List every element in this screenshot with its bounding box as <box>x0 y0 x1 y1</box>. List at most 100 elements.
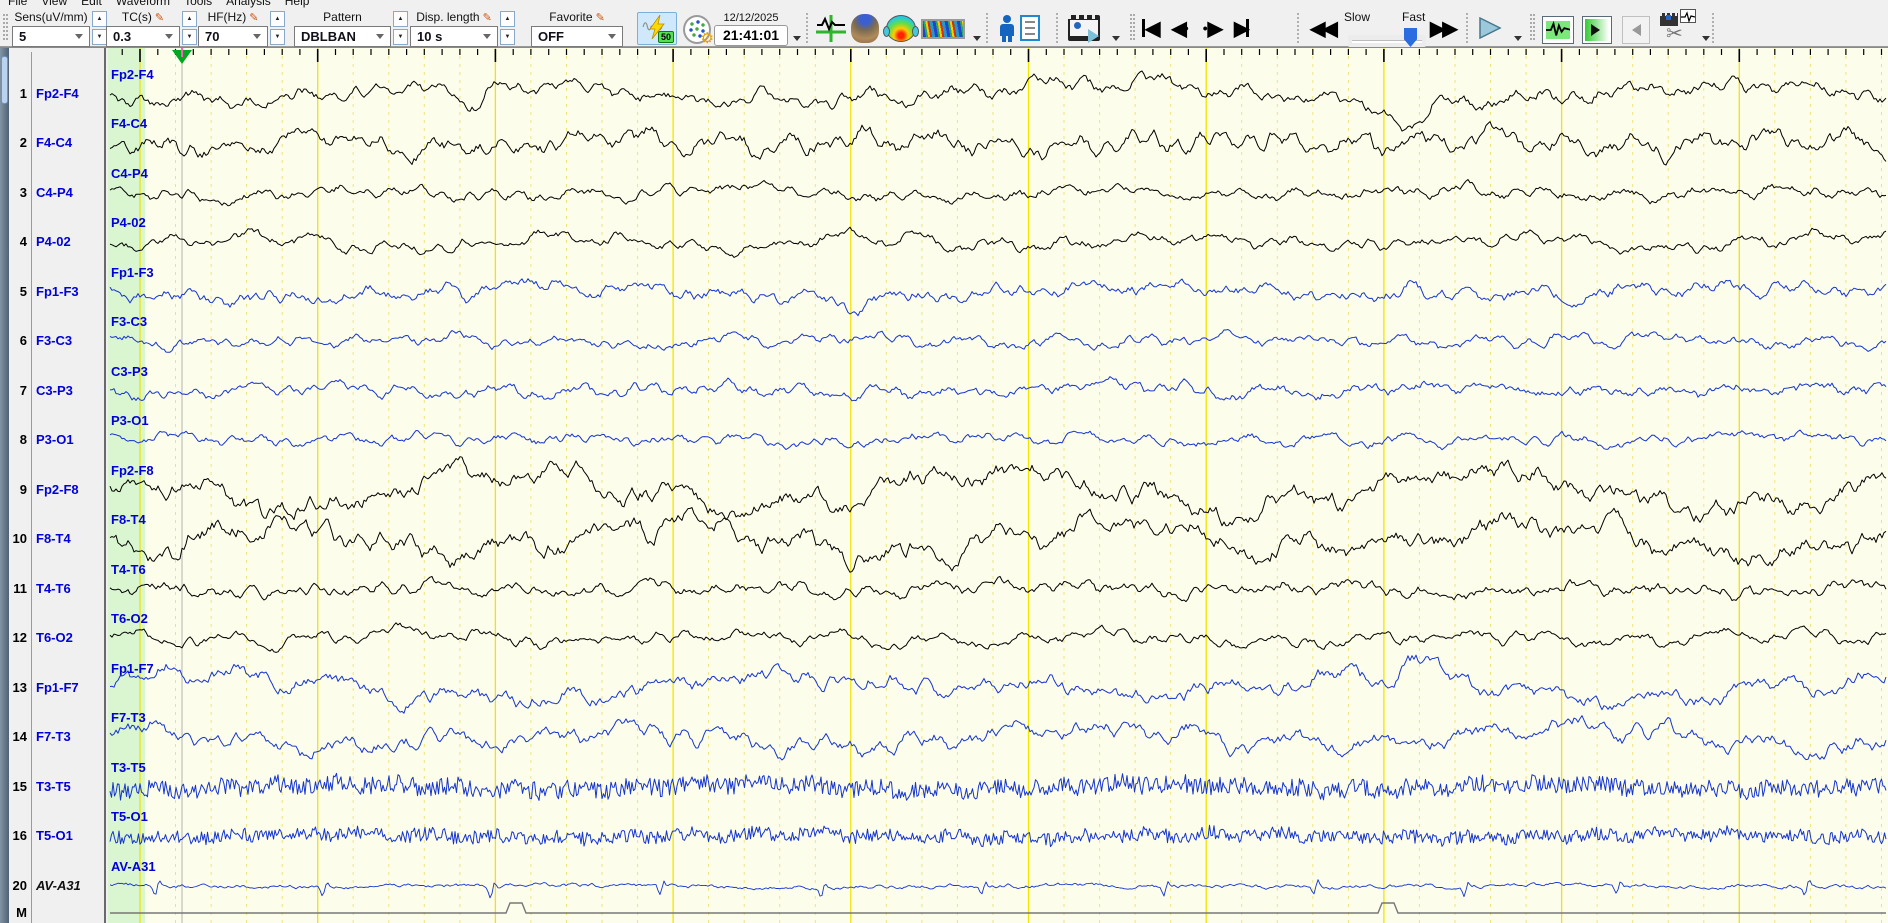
channel-row-10[interactable]: 10 F8-T4 <box>9 530 104 548</box>
datetime-display[interactable]: 12/12/2025 21:41:01 <box>714 11 788 46</box>
event-trace-icon[interactable] <box>816 15 846 42</box>
left-scrollbar[interactable] <box>0 48 9 923</box>
hf-spinner: ▲ ▼ <box>270 11 285 45</box>
tc-spin-up-button[interactable]: ▲ <box>182 11 197 27</box>
channel-row-11[interactable]: 11 T4-T6 <box>9 580 104 598</box>
fast-forward-button[interactable]: ▶▶ <box>1430 16 1458 41</box>
sens-spin-up-button[interactable]: ▲ <box>92 11 107 27</box>
rewind-button[interactable]: ◀◀ <box>1310 16 1338 41</box>
eeg-trace-F4-C4 <box>109 121 1887 166</box>
favorite-edit-pencil-icon[interactable]: ✎ <box>596 12 605 24</box>
pattern-dropdown[interactable]: DBLBAN <box>294 26 391 47</box>
toolbar-grip[interactable] <box>1130 14 1135 42</box>
video-playback-icon[interactable] <box>1068 15 1100 43</box>
chevron-down-icon <box>165 34 173 39</box>
maps-dropdown-arrow[interactable] <box>973 36 981 41</box>
favorite-dropdown[interactable]: OFF <box>531 26 623 47</box>
channel-row-20[interactable]: 20 AV-A31 <box>9 877 104 895</box>
channel-derivation-label: F8-T4 <box>36 531 71 546</box>
channel-derivation-label: P3-O1 <box>36 432 74 447</box>
eeg-trace-T4-T6 <box>109 575 1887 603</box>
datetime-dropdown-arrow[interactable] <box>793 36 801 41</box>
pattern-spinner: ▲ ▼ <box>393 11 408 45</box>
topography-map-icon[interactable] <box>883 15 919 42</box>
eeg-trace-F8-T4 <box>109 507 1887 573</box>
channel-row-7[interactable]: 7 C3-P3 <box>9 382 104 400</box>
disp-length-edit-pencil-icon[interactable]: ✎ <box>483 12 492 24</box>
channel-row-2[interactable]: 2 F4-C4 <box>9 134 104 152</box>
channel-row-14[interactable]: 14 F7-T3 <box>9 728 104 746</box>
channel-row-5[interactable]: 5 Fp1-F3 <box>9 283 104 301</box>
hf-edit-pencil-icon[interactable]: ✎ <box>249 12 258 24</box>
sens-dropdown[interactable]: 5 <box>12 26 90 47</box>
hf-value: 70 <box>205 29 220 44</box>
toolbar-grip[interactable] <box>3 14 8 42</box>
tc-dropdown[interactable]: 0.3 <box>106 26 180 47</box>
hf-spin-up-button[interactable]: ▲ <box>270 11 285 27</box>
waveform-display[interactable]: Fp2-F4 F4-C4 C4-P4 P4-02 Fp1-F3 F3-C3 C3-P3 P3-… <box>108 48 1888 923</box>
channel-row-12[interactable]: 12 T6-O2 <box>9 629 104 647</box>
hf-dropdown[interactable]: 70 <box>198 26 268 47</box>
step-back-button[interactable]: ◀• <box>1171 18 1188 40</box>
channel-row-8[interactable]: 8 P3-O1 <box>9 431 104 449</box>
patient-info-list-icon[interactable] <box>1020 15 1040 41</box>
inplot-channel-label: Fp1-F3 <box>111 265 154 280</box>
menu-waveform[interactable]: Waveform <box>116 0 170 8</box>
disp-length-spin-down-button[interactable]: ▼ <box>500 29 515 45</box>
scissors-icon: ✂ <box>1666 23 1683 45</box>
sens-spin-down-button[interactable]: ▼ <box>92 29 107 45</box>
channel-row-3[interactable]: 3 C4-P4 <box>9 184 104 202</box>
clip-dot-shape <box>1666 15 1671 20</box>
disp-length-dropdown[interactable]: 10 s <box>410 26 498 47</box>
video-dropdown-arrow[interactable] <box>1112 36 1120 41</box>
clip-dropdown-arrow[interactable] <box>1702 36 1710 41</box>
inplot-channel-label: P3-O1 <box>111 413 149 428</box>
play-forward-button[interactable] <box>1582 16 1612 44</box>
menu-analysis[interactable]: Analysis <box>226 0 271 8</box>
tc-spin-down-button[interactable]: ▼ <box>182 29 197 45</box>
eeg-trace-C4-P4 <box>109 179 1887 207</box>
channel-derivation-label: Fp1-F3 <box>36 284 79 299</box>
pattern-spin-up-button[interactable]: ▲ <box>393 11 408 27</box>
toolbar-grip[interactable] <box>1530 14 1535 42</box>
menu-tools[interactable]: Tools <box>184 0 212 8</box>
channel-row-15[interactable]: 15 T3-T5 <box>9 778 104 796</box>
channel-number: 4 <box>19 234 27 249</box>
toolbar-separator <box>1297 13 1299 43</box>
tc-edit-pencil-icon[interactable]: ✎ <box>155 12 164 24</box>
play-button[interactable] <box>1478 17 1502 39</box>
field-favorite: Favorite ✎ OFF <box>531 10 623 47</box>
dsa-spectrogram-icon[interactable] <box>921 19 965 39</box>
menu-file[interactable]: File <box>8 0 27 8</box>
channel-row-16[interactable]: 16 T5-O1 <box>9 827 104 845</box>
left-scrollbar-thumb[interactable] <box>1 56 8 104</box>
skip-end-button[interactable]: ▶ <box>1234 18 1249 40</box>
menu-help[interactable]: Help <box>285 0 310 8</box>
channel-derivation-label: F3-C3 <box>36 333 73 348</box>
tc-label: TC(s) <box>121 10 152 24</box>
step-forward-button[interactable]: •▶ <box>1203 18 1223 40</box>
play-dropdown-arrow[interactable] <box>1514 36 1522 41</box>
hf-spin-down-button[interactable]: ▼ <box>270 29 285 45</box>
inplot-channel-label: F4-C4 <box>111 116 148 131</box>
skip-start-button[interactable]: ◀ <box>1142 18 1160 40</box>
menu-edit[interactable]: Edit <box>81 0 102 8</box>
channel-row-4[interactable]: 4 P4-02 <box>9 233 104 251</box>
video-clip-cut-icon[interactable]: ✂ <box>1660 9 1696 45</box>
channel-row-6[interactable]: 6 F3-C3 <box>9 332 104 350</box>
head-3d-map-icon[interactable] <box>851 14 879 43</box>
notch-filter-button[interactable]: ∿∿ 50 <box>637 12 677 45</box>
waveform-review-button[interactable] <box>1542 16 1574 44</box>
disp-length-spin-up-button[interactable]: ▲ <box>500 11 515 27</box>
eeg-trace-P3-O1 <box>109 429 1887 451</box>
patient-icon[interactable] <box>1000 15 1014 42</box>
electrode-settings-icon[interactable]: ⚙ <box>682 13 714 46</box>
channel-row-9[interactable]: 9 Fp2-F8 <box>9 481 104 499</box>
menu-view[interactable]: View <box>41 0 67 8</box>
pattern-spin-down-button[interactable]: ▼ <box>393 29 408 45</box>
eeg-trace-F7-T3 <box>109 715 1887 761</box>
channel-number: 20 <box>12 878 27 893</box>
channel-row-13[interactable]: 13 Fp1-F7 <box>9 679 104 697</box>
channel-row-1[interactable]: 1 Fp2-F4 <box>9 85 104 103</box>
channel-row-M[interactable]: M <box>9 904 104 922</box>
